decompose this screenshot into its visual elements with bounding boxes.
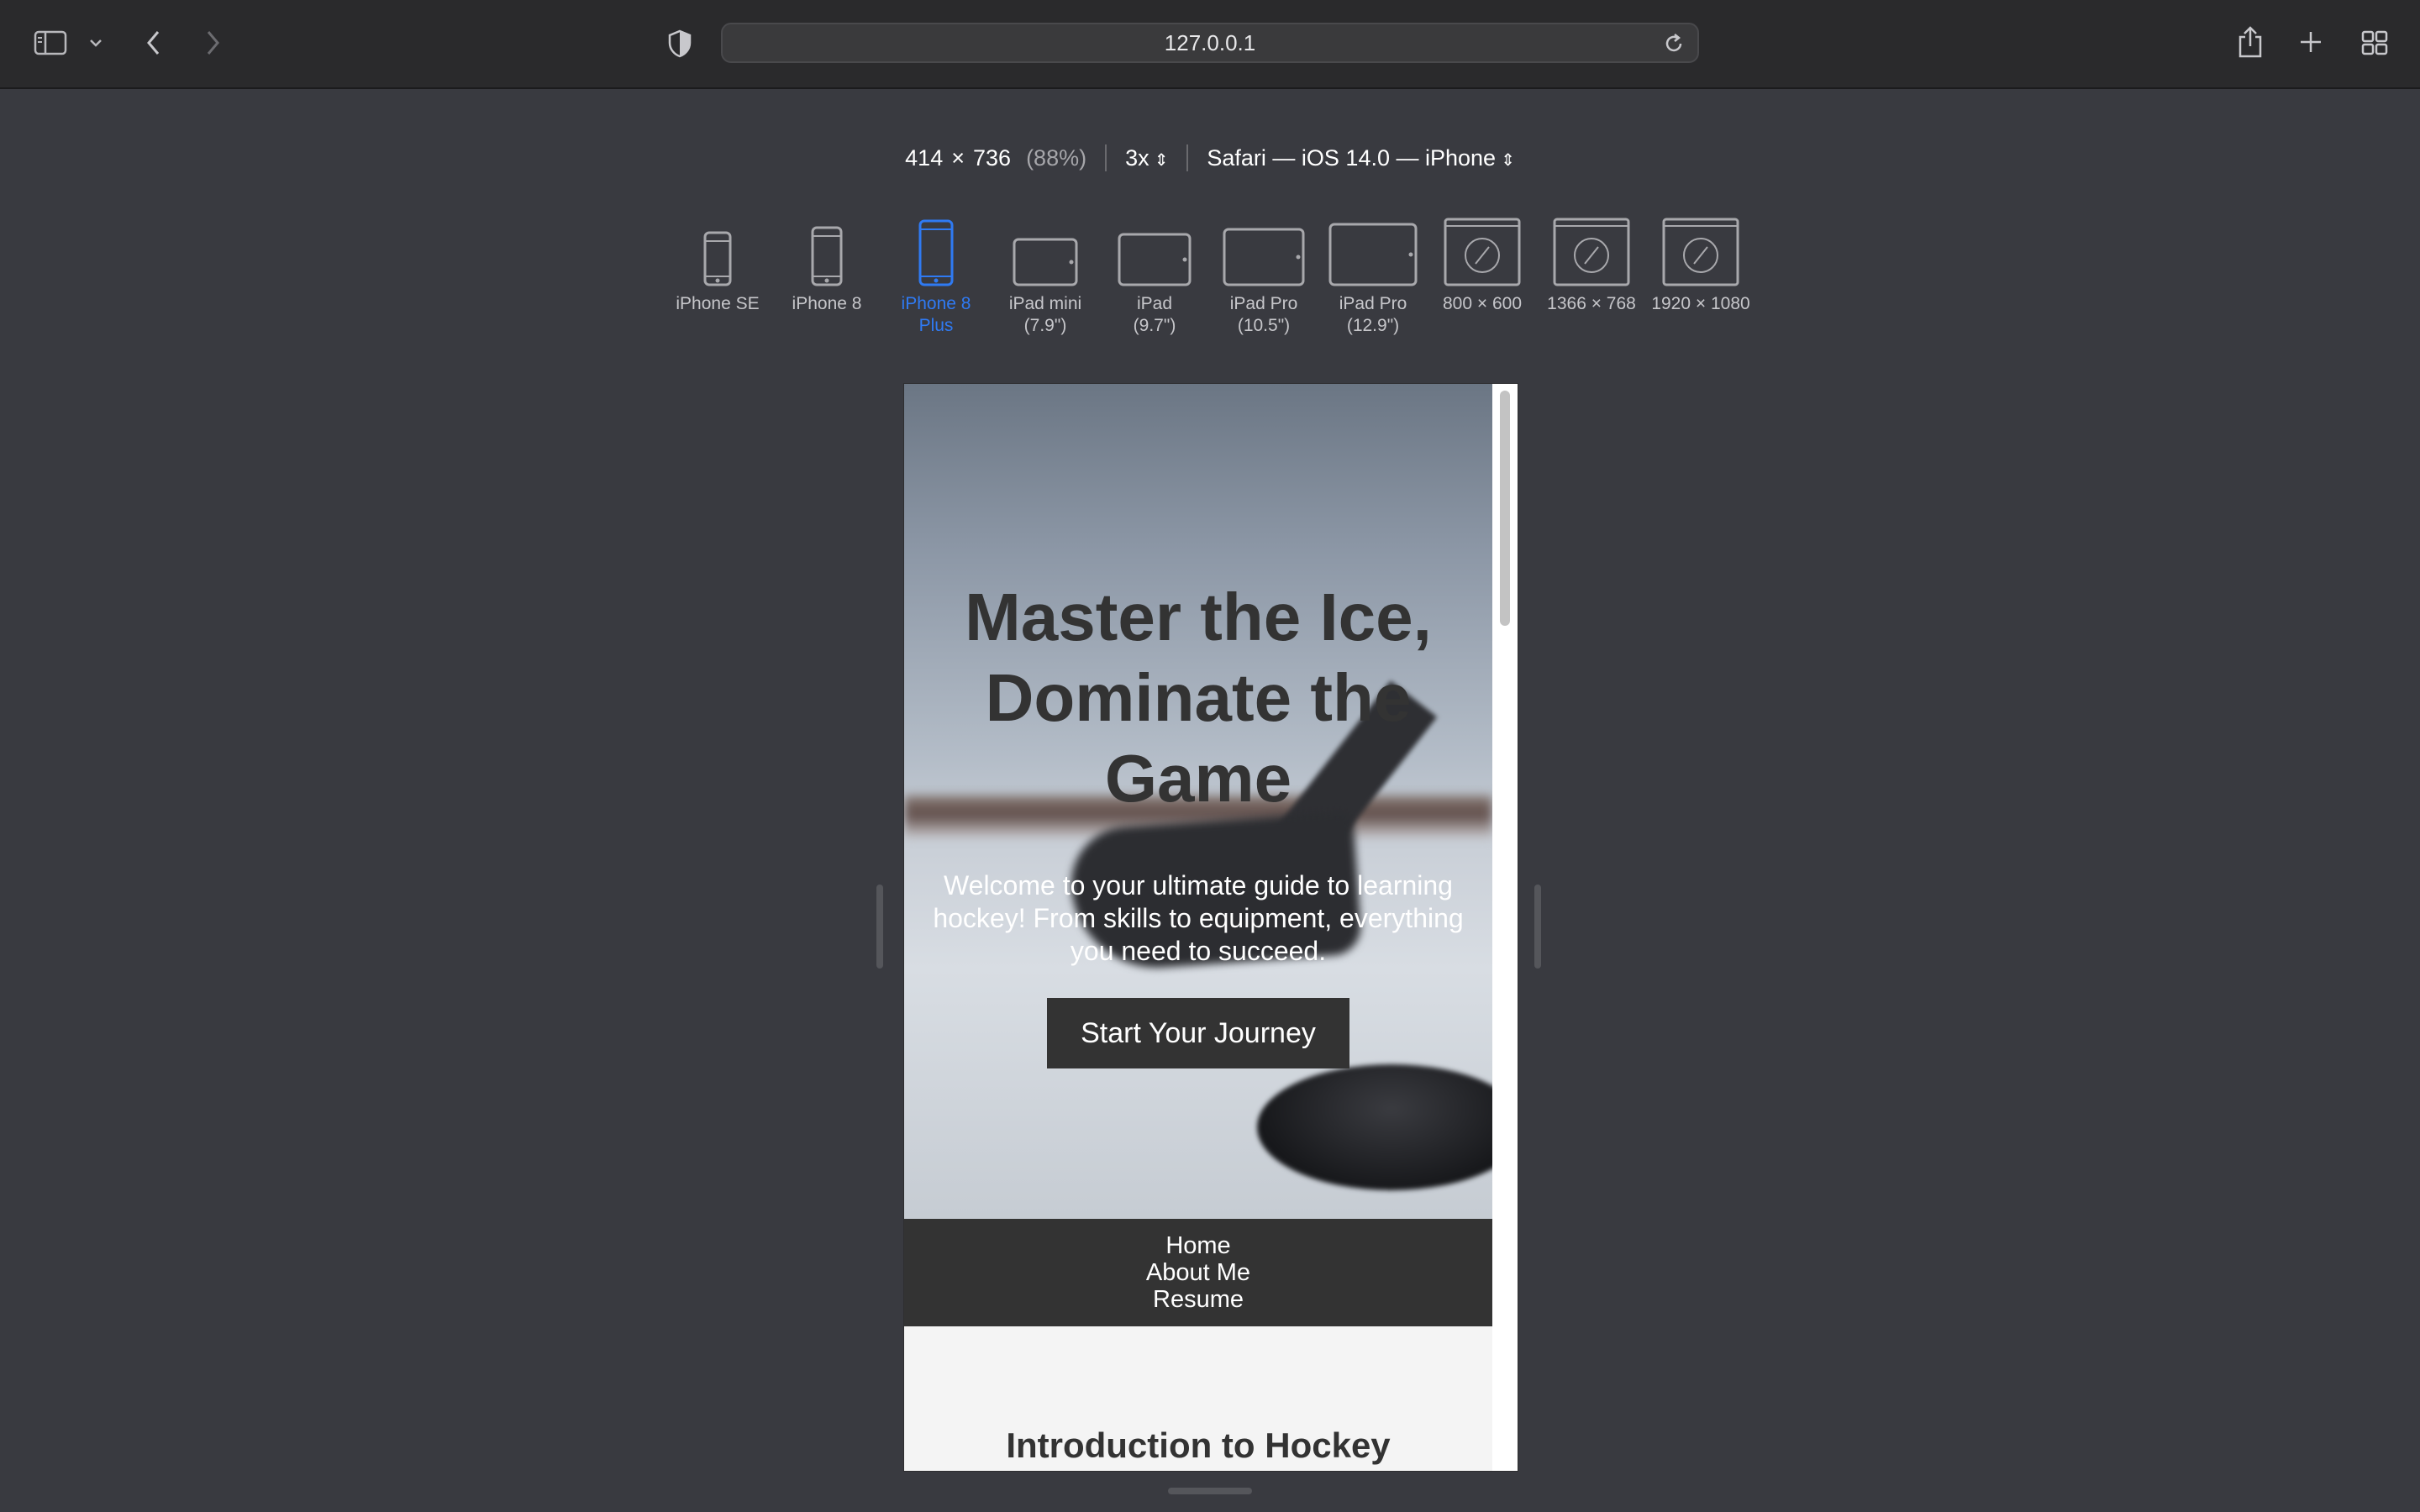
nav-link-home[interactable]: Home bbox=[1165, 1232, 1230, 1259]
left-resize-handle[interactable] bbox=[876, 885, 883, 969]
shield-icon bbox=[668, 29, 692, 58]
scrollbar-track[interactable] bbox=[1492, 384, 1518, 1471]
hero-subtitle: Welcome to your ultimate guide to learni… bbox=[933, 870, 1464, 966]
url-text: 127.0.0.1 bbox=[1164, 29, 1256, 55]
bottom-resize-handle[interactable] bbox=[1168, 1488, 1252, 1494]
device-iphone-8[interactable]: iPhone 8 bbox=[772, 214, 881, 315]
hockey-puck-image bbox=[1257, 1064, 1492, 1190]
device-label: iPad mini bbox=[1008, 294, 1082, 313]
device-label: iPhone SE bbox=[676, 294, 760, 313]
section-title: Introduction to Hockey bbox=[1006, 1425, 1391, 1465]
responsive-meta-bar: 414 × 736 (88%) 3x ⇕ Safari — iOS 14.0 — … bbox=[0, 144, 2420, 171]
device-ipad[interactable]: iPad (9.7") bbox=[1100, 214, 1209, 337]
share-button[interactable] bbox=[2233, 24, 2267, 60]
chevron-up-down-icon: ⇕ bbox=[1154, 150, 1169, 170]
nav-link-about-me[interactable]: About Me bbox=[1146, 1259, 1250, 1286]
hero-section: Master the Ice, Dominate the Game Welcom… bbox=[904, 384, 1492, 1219]
divider bbox=[1105, 144, 1107, 171]
device-1366x768[interactable]: 1366 × 768 bbox=[1537, 214, 1646, 315]
tab-overview-button[interactable] bbox=[2358, 27, 2391, 59]
iphone-icon bbox=[703, 231, 732, 286]
device-label-line2: Plus bbox=[918, 316, 954, 335]
device-label: 1920 × 1080 bbox=[1651, 294, 1750, 313]
ipad-icon bbox=[1118, 233, 1192, 286]
forward-button[interactable] bbox=[198, 27, 227, 59]
ipad-icon bbox=[1013, 238, 1078, 286]
start-journey-button[interactable]: Start Your Journey bbox=[1047, 998, 1349, 1068]
device-label: iPad Pro bbox=[1339, 294, 1407, 313]
device-800x600[interactable]: 800 × 600 bbox=[1428, 214, 1537, 315]
viewport-height[interactable]: 736 bbox=[973, 145, 1011, 171]
device-label: 1366 × 768 bbox=[1547, 294, 1636, 313]
web-page: Master the Ice, Dominate the Game Welcom… bbox=[904, 384, 1492, 1471]
divider bbox=[1186, 144, 1189, 171]
device-label-line2: (12.9") bbox=[1346, 316, 1400, 335]
safari-window-icon bbox=[1553, 218, 1630, 286]
chevron-up-down-icon: ⇕ bbox=[1501, 150, 1515, 170]
viewport-width[interactable]: 414 bbox=[905, 145, 943, 171]
new-tab-button[interactable] bbox=[2296, 27, 2326, 57]
chevron-left-icon bbox=[147, 31, 160, 55]
device-1920x1080[interactable]: 1920 × 1080 bbox=[1646, 214, 1755, 315]
browser-toolbar: 127.0.0.1 bbox=[0, 0, 2420, 89]
right-resize-handle[interactable] bbox=[1534, 885, 1541, 969]
safari-window-icon bbox=[1662, 218, 1739, 286]
device-preset-bar: iPhone SE iPhone 8 iPhone 8 Plus iPad mi… bbox=[0, 214, 2420, 340]
safari-window-icon bbox=[1444, 218, 1521, 286]
pixel-ratio-select[interactable]: 3x ⇕ bbox=[1125, 145, 1168, 171]
plus-icon bbox=[2301, 32, 2321, 52]
pixel-ratio-value: 3x bbox=[1125, 144, 1150, 171]
device-label: iPhone 8 bbox=[901, 294, 971, 313]
reload-icon bbox=[1665, 34, 1682, 52]
device-iphone-8-plus[interactable]: iPhone 8 Plus bbox=[881, 214, 991, 337]
device-ipad-pro-12-9[interactable]: iPad Pro (12.9") bbox=[1318, 214, 1428, 337]
sidebar-toggle-button[interactable] bbox=[32, 27, 69, 59]
sidebar-icon bbox=[34, 30, 67, 55]
back-button[interactable] bbox=[139, 27, 168, 59]
scrollbar-thumb[interactable] bbox=[1500, 391, 1510, 626]
tab-grid-icon bbox=[2361, 30, 2388, 55]
ipad-icon bbox=[1328, 223, 1418, 286]
user-agent-select[interactable]: Safari — iOS 14.0 — iPhone ⇕ bbox=[1207, 145, 1514, 171]
chevron-down-icon bbox=[90, 39, 102, 47]
device-label-line2: (7.9") bbox=[1023, 316, 1067, 335]
device-label: 800 × 600 bbox=[1442, 294, 1522, 313]
device-label-line2: (10.5") bbox=[1237, 316, 1291, 335]
user-agent-value: Safari — iOS 14.0 — iPhone bbox=[1207, 144, 1497, 171]
device-ipad-pro-10-5[interactable]: iPad Pro (10.5") bbox=[1209, 214, 1318, 337]
device-label: iPad bbox=[1136, 294, 1173, 313]
chevron-right-icon bbox=[207, 31, 219, 55]
dimension-separator: × bbox=[951, 144, 965, 171]
address-bar[interactable]: 127.0.0.1 bbox=[721, 23, 1699, 63]
iphone-icon bbox=[918, 219, 954, 286]
nav-link-resume[interactable]: Resume bbox=[1153, 1286, 1244, 1313]
privacy-report-button[interactable] bbox=[666, 28, 694, 60]
ipad-icon bbox=[1223, 228, 1305, 286]
iphone-icon bbox=[811, 226, 843, 286]
tab-group-dropdown-button[interactable] bbox=[84, 32, 108, 54]
device-iphone-se[interactable]: iPhone SE bbox=[663, 214, 772, 315]
device-label: iPhone 8 bbox=[792, 294, 862, 313]
share-icon bbox=[2238, 26, 2262, 58]
device-viewport: Master the Ice, Dominate the Game Welcom… bbox=[903, 383, 1518, 1472]
device-ipad-mini[interactable]: iPad mini (7.9") bbox=[991, 214, 1100, 337]
hero-title: Master the Ice, Dominate the Game bbox=[965, 580, 1432, 816]
device-label-line2: (9.7") bbox=[1133, 316, 1176, 335]
zoom-level: (88%) bbox=[1026, 144, 1087, 171]
site-nav: Home About Me Resume bbox=[904, 1219, 1492, 1326]
reload-button[interactable] bbox=[1662, 32, 1686, 61]
device-label: iPad Pro bbox=[1229, 294, 1298, 313]
